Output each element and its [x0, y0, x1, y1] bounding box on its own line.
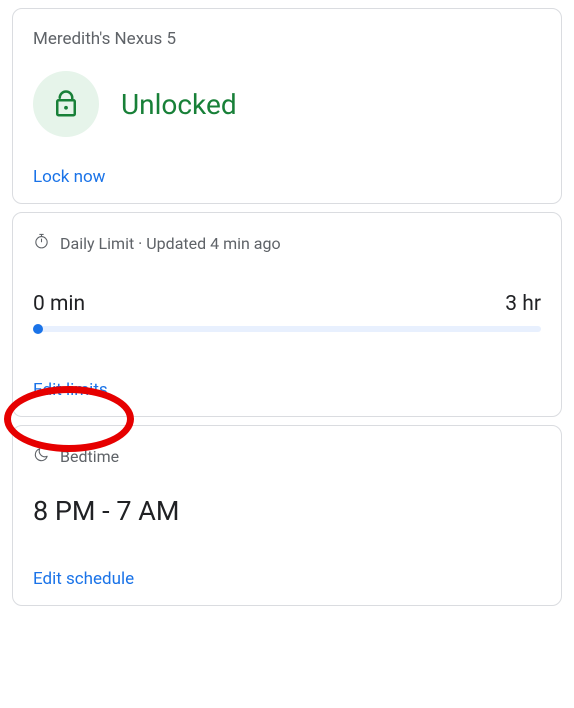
bedtime-header: Bedtime — [33, 446, 541, 467]
progress-labels: 0 min 3 hr — [33, 292, 541, 316]
stopwatch-icon — [33, 233, 50, 254]
bedtime-label: Bedtime — [60, 447, 119, 466]
moon-icon — [33, 446, 50, 467]
status-row: Unlocked — [33, 71, 541, 137]
daily-limit-card: Daily Limit · Updated 4 min ago 0 min 3 … — [12, 212, 562, 417]
device-status-card: Meredith's Nexus 5 Unlocked Lock now — [12, 8, 562, 204]
progress-max: 3 hr — [505, 292, 541, 316]
bedtime-range: 8 PM - 7 AM — [33, 495, 541, 527]
edit-limits-button[interactable]: Edit limits — [33, 380, 108, 400]
lock-now-button[interactable]: Lock now — [33, 167, 105, 187]
progress-bar[interactable] — [33, 326, 541, 332]
status-text: Unlocked — [121, 88, 237, 121]
bedtime-card: Bedtime 8 PM - 7 AM Edit schedule — [12, 425, 562, 606]
daily-limit-header: Daily Limit · Updated 4 min ago — [33, 233, 541, 254]
progress-indicator — [33, 324, 43, 334]
daily-limit-label: Daily Limit · Updated 4 min ago — [60, 234, 281, 253]
device-title: Meredith's Nexus 5 — [33, 29, 541, 49]
progress-current: 0 min — [33, 292, 85, 316]
unlock-icon — [33, 71, 99, 137]
edit-schedule-button[interactable]: Edit schedule — [33, 569, 134, 589]
